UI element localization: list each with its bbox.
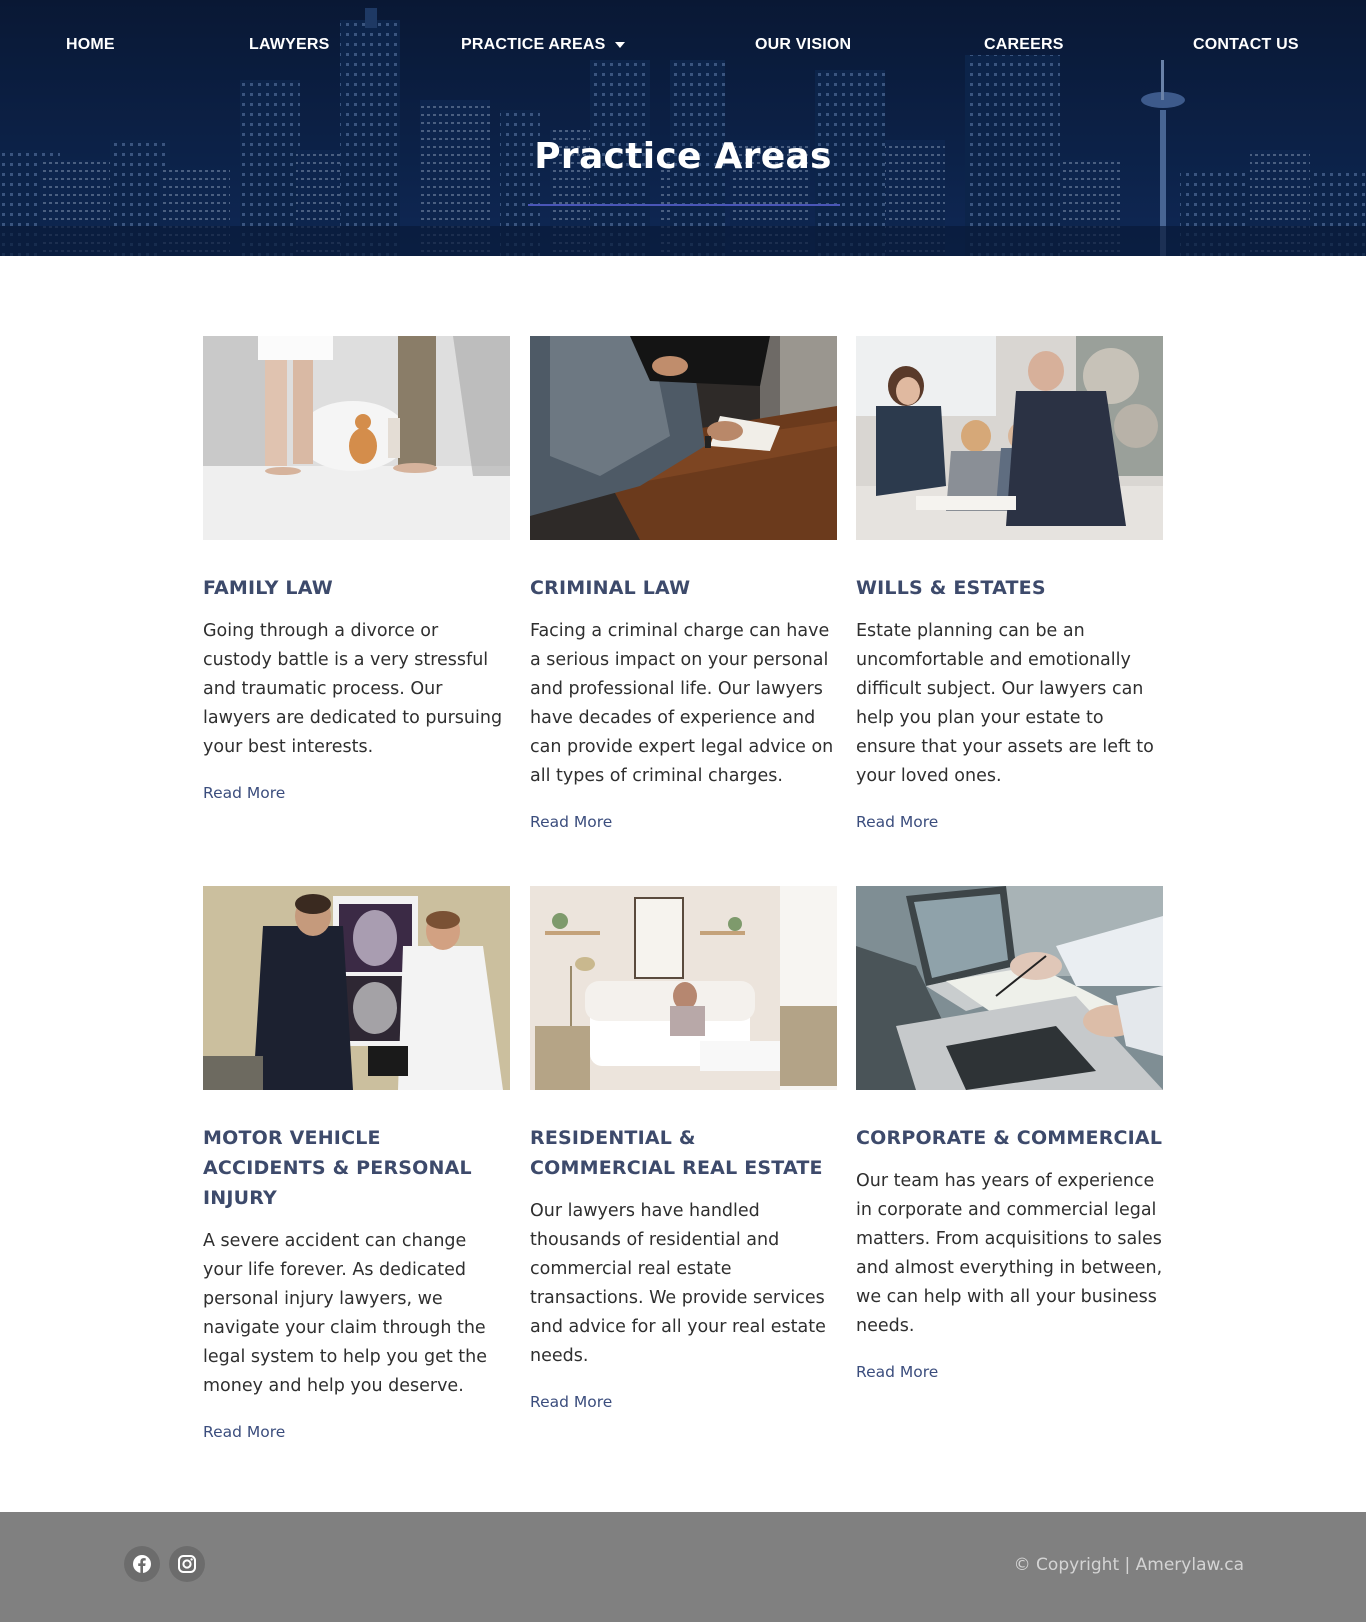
card-description: Estate planning can be an uncomfortable … <box>856 621 1154 786</box>
read-more-link[interactable]: Read More <box>856 813 938 831</box>
card-family-law: FAMILY LAW Going through a divorce or cu… <box>203 336 510 803</box>
instagram-icon <box>178 1555 196 1573</box>
couple-with-cat-photo <box>203 336 510 540</box>
main-nav: HOME LAWYERS PRACTICE AREAS OUR VISION C… <box>0 32 1366 62</box>
facebook-icon <box>133 1555 151 1573</box>
card-title: RESIDENTIAL & COMMERCIAL REAL ESTATE <box>530 1127 823 1179</box>
read-more-link[interactable]: Read More <box>530 813 612 831</box>
card-corporate: CORPORATE & COMMERCIAL Our team has year… <box>856 886 1163 1382</box>
card-criminal-law: CRIMINAL LAW Facing a criminal charge ca… <box>530 336 837 832</box>
footer: © Copyright | Amerylaw.ca <box>0 1512 1366 1622</box>
nav-lawyers-label: LAWYERS <box>249 36 330 53</box>
nav-home[interactable]: HOME <box>66 36 115 54</box>
doctor-xray-photo <box>203 886 510 1090</box>
signing-document-photo <box>530 336 837 540</box>
hero-banner: HOME LAWYERS PRACTICE AREAS OUR VISION C… <box>0 0 1366 256</box>
card-description: Going through a divorce or custody battl… <box>203 621 503 757</box>
read-more-link[interactable]: Read More <box>203 1423 285 1441</box>
read-more-link[interactable]: Read More <box>203 784 285 802</box>
read-more-link[interactable]: Read More <box>530 1393 612 1411</box>
nav-contact-us[interactable]: CONTACT US <box>1193 36 1299 54</box>
card-description: Our lawyers have handled thousands of re… <box>530 1201 826 1366</box>
laptop-notes-photo <box>856 886 1163 1090</box>
nav-practice-areas[interactable]: PRACTICE AREAS <box>461 36 626 54</box>
card-title: CRIMINAL LAW <box>530 577 691 599</box>
card-wills-estates: WILLS & ESTATES Estate planning can be a… <box>856 336 1163 832</box>
nav-practice-areas-label: PRACTICE AREAS <box>461 36 606 53</box>
card-title: CORPORATE & COMMERCIAL <box>856 1127 1163 1149</box>
family-reading-photo <box>856 336 1163 540</box>
nav-careers[interactable]: CAREERS <box>984 36 1064 54</box>
nav-our-vision-label: OUR VISION <box>755 36 852 53</box>
nav-lawyers[interactable]: LAWYERS <box>249 36 330 54</box>
card-real-estate: RESIDENTIAL & COMMERCIAL REAL ESTATE Our… <box>530 886 837 1412</box>
nav-home-label: HOME <box>66 36 115 53</box>
card-title: FAMILY LAW <box>203 577 333 599</box>
card-description: Facing a criminal charge can have a seri… <box>530 621 834 786</box>
card-title: MOTOR VEHICLE ACCIDENTS & PERSONAL INJUR… <box>203 1127 472 1209</box>
card-motor-vehicle: MOTOR VEHICLE ACCIDENTS & PERSONAL INJUR… <box>203 886 510 1442</box>
nav-careers-label: CAREERS <box>984 36 1064 53</box>
card-description: A severe accident can change your life f… <box>203 1231 487 1396</box>
read-more-link[interactable]: Read More <box>856 1363 938 1381</box>
caret-down-icon[interactable] <box>615 41 626 48</box>
card-title: WILLS & ESTATES <box>856 577 1046 599</box>
nav-our-vision[interactable]: OUR VISION <box>755 36 851 54</box>
facebook-link[interactable] <box>124 1546 160 1582</box>
copyright-text: © Copyright | Amerylaw.ca <box>1013 1555 1244 1575</box>
nav-contact-us-label: CONTACT US <box>1193 36 1299 53</box>
page-title: Practice Areas <box>534 136 832 177</box>
instagram-link[interactable] <box>169 1546 205 1582</box>
title-underline <box>528 204 840 206</box>
card-description: Our team has years of experience in corp… <box>856 1171 1163 1336</box>
living-room-photo <box>530 886 837 1090</box>
